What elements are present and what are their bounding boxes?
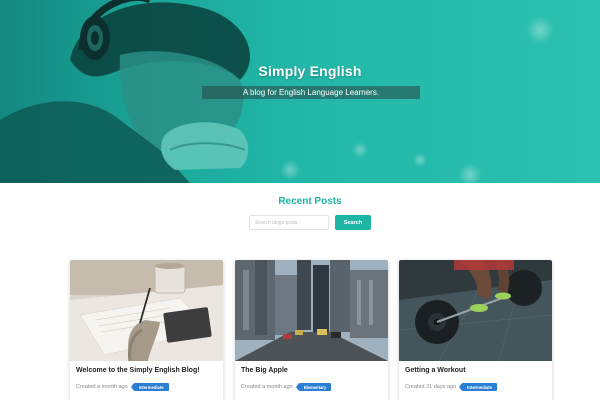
- hero-banner: Simply English A blog for English Langua…: [0, 0, 600, 183]
- recent-posts-heading: Recent Posts: [278, 196, 342, 207]
- post-card[interactable]: Welcome to the Simply English Blog! Crea…: [70, 260, 223, 400]
- post-image-workout[interactable]: [399, 260, 552, 361]
- post-title[interactable]: Getting a Workout: [405, 367, 466, 374]
- post-created: Created 21 days ago: [405, 384, 457, 390]
- level-tag[interactable]: Elementary: [295, 383, 332, 391]
- post-title[interactable]: Welcome to the Simply English Blog!: [76, 367, 200, 374]
- post-title[interactable]: The Big Apple: [241, 367, 288, 374]
- search-button[interactable]: Search: [335, 215, 371, 230]
- post-card[interactable]: Getting a Workout Created 21 days ago In…: [399, 260, 552, 400]
- post-created: Created a month ago: [241, 384, 293, 390]
- site-title: Simply English: [258, 63, 362, 79]
- post-meta: Created a month ago Elementary: [241, 383, 332, 391]
- level-tag[interactable]: Intermediate: [130, 383, 169, 391]
- post-meta: Created a month ago Intermediate: [76, 383, 169, 391]
- search-input[interactable]: [249, 215, 329, 230]
- post-image-city[interactable]: [235, 260, 388, 361]
- post-image-writing[interactable]: [70, 260, 223, 361]
- level-tag[interactable]: Intermediate: [459, 383, 497, 391]
- post-card[interactable]: The Big Apple Created a month ago Elemen…: [235, 260, 388, 400]
- site-tagline: A blog for English Language Learners.: [202, 86, 420, 99]
- post-meta: Created 21 days ago Intermediate: [405, 383, 497, 391]
- post-created: Created a month ago: [76, 384, 128, 390]
